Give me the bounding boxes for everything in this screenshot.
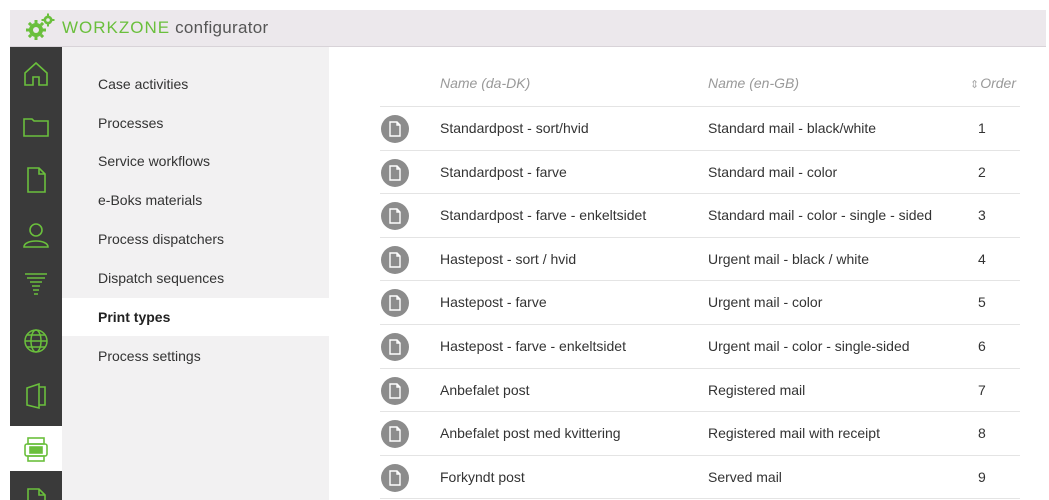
cell-order: 1 xyxy=(978,120,986,136)
print-types-table: Name (da-DK) Name (en-GB) ⇕Order Standar… xyxy=(380,60,1020,500)
cell-name-da: Standardpost - farve xyxy=(440,163,567,180)
cell-name-da: Standardpost - farve - enkeltsidet xyxy=(440,207,647,224)
subnav-item-case-activities[interactable]: Case activities xyxy=(62,69,329,99)
cell-name-en: Urgent mail - black / white xyxy=(708,250,870,267)
main-nav-rail xyxy=(10,47,62,500)
rail-item-cases[interactable] xyxy=(10,103,62,148)
app-header: WORKZONE configurator xyxy=(10,10,1046,47)
cell-order: 4 xyxy=(978,250,986,267)
table-header: Name (da-DK) Name (en-GB) ⇕Order xyxy=(380,60,1020,107)
cell-order: 2 xyxy=(978,163,986,180)
sort-icon: ⇕ xyxy=(970,79,980,91)
document-icon xyxy=(381,289,409,318)
rail-item-office[interactable] xyxy=(10,373,62,418)
table-row[interactable]: Standardpost - sort/hvid Standard mail - … xyxy=(380,107,1020,151)
gears-logo-icon xyxy=(26,13,55,40)
cell-name-en: Standard mail - black/white xyxy=(708,120,877,136)
rail-item-configurator[interactable] xyxy=(10,426,62,471)
cell-name-da: Forkyndt post xyxy=(440,468,525,485)
cell-order: 7 xyxy=(978,381,986,398)
cell-name-da: Anbefalet post xyxy=(440,381,530,398)
cell-name-en: Standard mail - color - single - sided xyxy=(708,207,933,224)
document-icon xyxy=(27,166,46,193)
table-row[interactable]: Hastepost - farve Urgent mail - color 5 xyxy=(380,281,1020,325)
sub-navigation: Case activities Processes Service workfl… xyxy=(62,47,329,500)
column-header-name-en[interactable]: Name (en-GB) xyxy=(708,75,799,91)
app-title: WORKZONE configurator xyxy=(62,18,269,38)
cell-name-da: Anbefalet post med kvittering xyxy=(440,425,621,442)
table-row[interactable]: Hastepost - farve - enkeltsidet Urgent ma… xyxy=(380,325,1020,369)
cell-order: 9 xyxy=(978,468,986,485)
cell-order: 6 xyxy=(978,337,986,354)
subnav-item-service-workflows[interactable]: Service workflows xyxy=(62,146,329,176)
rail-item-more[interactable] xyxy=(10,475,62,500)
cell-order: 8 xyxy=(978,425,986,442)
table-row[interactable]: Standardpost - farve Standard mail - colo… xyxy=(380,151,1020,195)
cell-name-da: Standardpost - sort/hvid xyxy=(440,120,589,136)
document-icon xyxy=(381,245,409,274)
rail-item-contacts[interactable] xyxy=(10,212,62,257)
cell-name-en: Urgent mail - color - single-sided xyxy=(708,337,910,354)
rail-item-web[interactable] xyxy=(10,318,62,363)
column-header-order[interactable]: ⇕Order xyxy=(970,75,1016,91)
print-configurator-icon xyxy=(24,436,48,462)
table-row[interactable]: Anbefalet post Registered mail 7 xyxy=(380,369,1020,413)
cell-name-en: Standard mail - color xyxy=(708,163,838,180)
table-row[interactable]: Anbefalet post med kvittering Registered … xyxy=(380,412,1020,456)
user-icon xyxy=(23,222,49,248)
globe-icon xyxy=(24,328,48,353)
cell-order: 3 xyxy=(978,207,986,224)
subnav-item-process-settings[interactable]: Process settings xyxy=(62,341,329,371)
document-icon xyxy=(381,376,409,405)
document-icon xyxy=(381,158,409,187)
cell-name-da: Hastepost - farve - enkeltsidet xyxy=(440,337,626,354)
document-icon xyxy=(381,463,409,492)
document-icon xyxy=(381,202,409,231)
table-body: Standardpost - sort/hvid Standard mail - … xyxy=(380,107,1020,500)
subnav-item-eboks-materials[interactable]: e-Boks materials xyxy=(62,185,329,215)
subnav-item-print-types[interactable]: Print types xyxy=(62,298,329,336)
cell-name-en: Registered mail with receipt xyxy=(708,425,880,442)
table-row[interactable]: Forkyndt post Served mail 9 xyxy=(380,456,1020,500)
table-row[interactable]: Standardpost - farve - enkeltsidet Standa… xyxy=(380,194,1020,238)
app-subtitle: configurator xyxy=(170,18,269,37)
cell-name-en: Served mail xyxy=(708,468,782,485)
document-partial-icon xyxy=(27,487,46,500)
cell-name-en: Registered mail xyxy=(708,381,806,398)
folder-icon xyxy=(23,117,49,137)
table-row[interactable]: Hastepost - sort / hvid Urgent mail - bla… xyxy=(380,238,1020,282)
cell-name-da: Hastepost - farve xyxy=(440,294,547,311)
rail-item-home[interactable] xyxy=(10,51,62,96)
subnav-item-processes[interactable]: Processes xyxy=(62,108,329,138)
home-icon xyxy=(24,61,48,86)
order-header-label: Order xyxy=(980,75,1017,91)
column-header-name-da[interactable]: Name (da-DK) xyxy=(440,75,530,91)
cell-order: 5 xyxy=(978,294,986,311)
cell-name-en: Urgent mail - color xyxy=(708,294,823,311)
subnav-item-process-dispatchers[interactable]: Process dispatchers xyxy=(62,224,329,254)
document-icon xyxy=(381,420,409,449)
filter-icon xyxy=(25,272,47,295)
document-icon xyxy=(381,115,409,143)
subnav-item-dispatch-sequences[interactable]: Dispatch sequences xyxy=(62,263,329,293)
app-brand: WORKZONE xyxy=(62,18,171,37)
rail-item-documents[interactable] xyxy=(10,157,62,202)
rail-item-filter[interactable] xyxy=(10,261,62,306)
document-icon xyxy=(381,332,409,361)
office-icon xyxy=(26,382,46,409)
cell-name-da: Hastepost - sort / hvid xyxy=(440,250,577,267)
